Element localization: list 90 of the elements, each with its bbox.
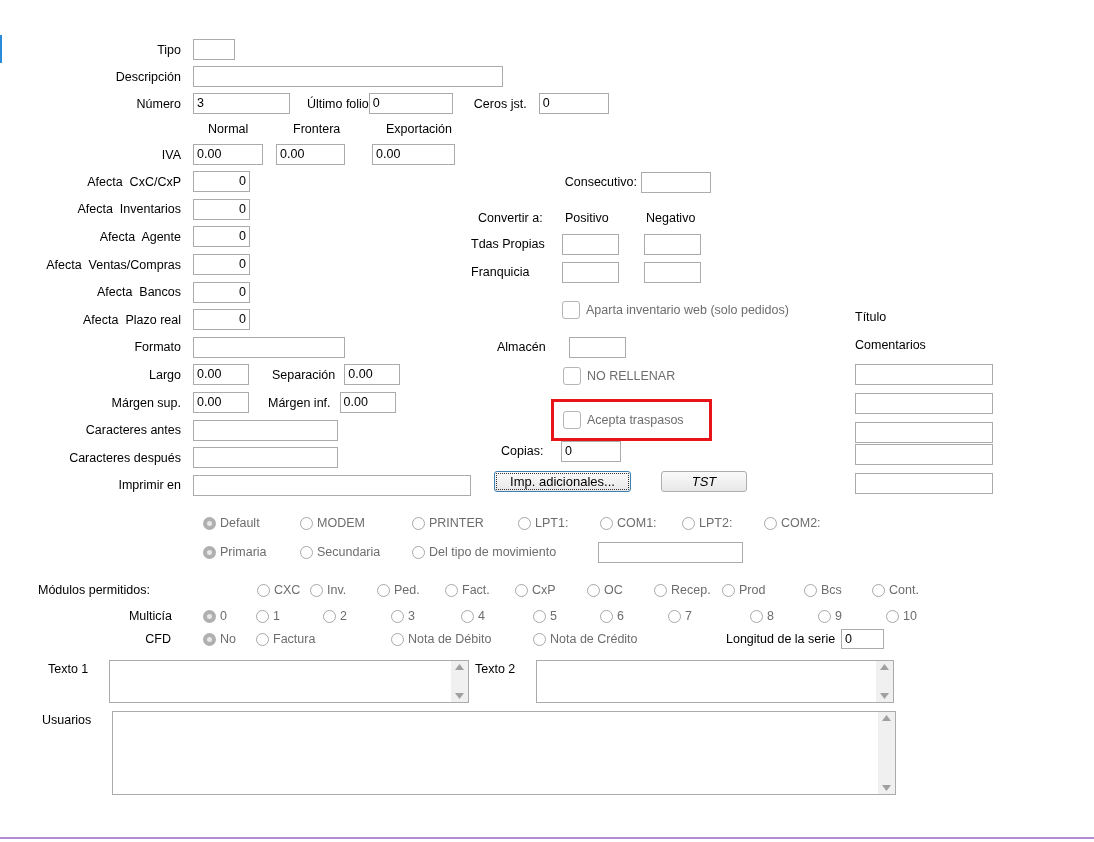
field-label: Tipo bbox=[157, 42, 181, 57]
field-label: Márgen sup. bbox=[111, 395, 181, 410]
field-label: Almacén bbox=[497, 340, 546, 354]
field-label: Afecta Bancos bbox=[96, 285, 181, 300]
scroll-down-icon[interactable] bbox=[880, 693, 889, 700]
field-label: Número bbox=[136, 96, 181, 111]
text-field[interactable] bbox=[193, 39, 235, 60]
field-label: CFD bbox=[145, 632, 171, 647]
action-button[interactable]: TST bbox=[661, 470, 747, 492]
text-field[interactable]: 0 bbox=[538, 93, 609, 114]
text-field[interactable]: 0.00 bbox=[344, 364, 401, 386]
field-label: Usuarios bbox=[42, 713, 92, 728]
scrollbar[interactable] bbox=[878, 712, 895, 795]
field-label: Descripción bbox=[115, 69, 181, 84]
field-label: Separación bbox=[272, 367, 336, 382]
text-field[interactable]: 0.00 bbox=[372, 144, 455, 165]
text-field[interactable]: 0 bbox=[193, 198, 250, 220]
text-field[interactable] bbox=[855, 444, 993, 465]
field-label: Afecta CxC/CxP bbox=[87, 174, 181, 189]
field-label: Tdas Propias bbox=[471, 237, 545, 251]
text-field[interactable]: 0 bbox=[561, 440, 621, 462]
field-label: Afecta Ventas/Compras bbox=[46, 257, 181, 272]
text-field[interactable] bbox=[644, 233, 701, 255]
field-label: Formato bbox=[134, 340, 181, 355]
text-field[interactable]: 0.00 bbox=[193, 364, 249, 386]
text-field[interactable]: 0 bbox=[368, 93, 453, 114]
text-field[interactable] bbox=[641, 171, 711, 193]
text-field[interactable] bbox=[193, 447, 338, 469]
text-area[interactable] bbox=[109, 660, 469, 704]
scrollbar[interactable] bbox=[876, 661, 893, 703]
field-label: IVA bbox=[161, 147, 181, 162]
field-label: Multicía bbox=[128, 609, 172, 624]
field-label: Título bbox=[855, 310, 887, 324]
field-label: Último folio bbox=[307, 96, 369, 111]
scroll-up-icon[interactable] bbox=[455, 664, 464, 671]
field-label: Afecta Plazo real bbox=[83, 312, 181, 327]
scroll-down-icon[interactable] bbox=[882, 785, 891, 792]
scroll-down-icon[interactable] bbox=[455, 693, 464, 700]
text-field[interactable] bbox=[855, 364, 993, 385]
scrollbar[interactable] bbox=[451, 661, 468, 703]
text-field[interactable]: 0 bbox=[193, 254, 250, 276]
field-label: Exportación bbox=[386, 122, 452, 136]
field-label: Frontera bbox=[293, 122, 341, 136]
text-area[interactable] bbox=[536, 660, 894, 704]
field-label: Caracteres antes bbox=[85, 423, 181, 438]
text-field[interactable]: 0.00 bbox=[276, 144, 345, 165]
text-field[interactable] bbox=[855, 393, 993, 414]
action-button[interactable]: Imp. adicionales... bbox=[494, 470, 631, 492]
scroll-up-icon[interactable] bbox=[882, 715, 891, 722]
text-field[interactable] bbox=[193, 66, 503, 87]
field-label: Positivo bbox=[565, 211, 609, 225]
focus-marker bbox=[0, 35, 2, 63]
text-field[interactable]: 0 bbox=[193, 171, 250, 193]
scroll-up-icon[interactable] bbox=[880, 664, 889, 671]
field-label: Consecutivo: bbox=[564, 175, 637, 189]
text-field[interactable] bbox=[644, 261, 701, 283]
text-field[interactable]: 3 bbox=[193, 93, 290, 114]
field-label: Copias: bbox=[501, 444, 544, 458]
text-field[interactable] bbox=[193, 474, 471, 496]
text-field[interactable] bbox=[562, 233, 619, 255]
field-label: Comentarios bbox=[855, 338, 926, 352]
text-area[interactable] bbox=[112, 711, 896, 796]
text-field[interactable] bbox=[855, 473, 993, 494]
field-label: Ceros jst. bbox=[473, 96, 527, 111]
text-field[interactable]: 0 bbox=[193, 226, 250, 248]
field-label: Largo bbox=[149, 367, 181, 382]
field-label: Normal bbox=[208, 122, 249, 136]
field-label: Imprimir en bbox=[118, 478, 181, 493]
field-label: Texto 1 bbox=[48, 662, 89, 677]
field-label: Negativo bbox=[646, 211, 696, 225]
text-field[interactable] bbox=[569, 336, 626, 358]
field-label: Texto 2 bbox=[475, 662, 516, 677]
text-field[interactable] bbox=[193, 419, 338, 441]
text-field[interactable]: 0.00 bbox=[193, 144, 263, 165]
field-label: Longitud de la serie bbox=[726, 632, 836, 647]
field-label: Franquicia bbox=[471, 265, 530, 279]
text-field[interactable]: 0.00 bbox=[193, 392, 249, 414]
field-label: Módulos permitidos: bbox=[38, 583, 150, 598]
text-field[interactable]: 0 bbox=[193, 309, 250, 331]
field-label: Convertir a: bbox=[478, 211, 543, 225]
text-field[interactable]: 0 bbox=[193, 281, 250, 303]
field-label: Afecta Agente bbox=[99, 230, 181, 244]
text-field[interactable] bbox=[193, 336, 345, 358]
text-field[interactable]: 0.00 bbox=[339, 392, 396, 414]
field-label: Márgen inf. bbox=[268, 395, 331, 410]
field-label: Caracteres después bbox=[69, 450, 181, 465]
field-label: Afecta Inventarios bbox=[77, 202, 181, 217]
text-field[interactable] bbox=[598, 541, 743, 563]
text-field[interactable] bbox=[855, 422, 993, 443]
text-field[interactable] bbox=[562, 261, 619, 283]
